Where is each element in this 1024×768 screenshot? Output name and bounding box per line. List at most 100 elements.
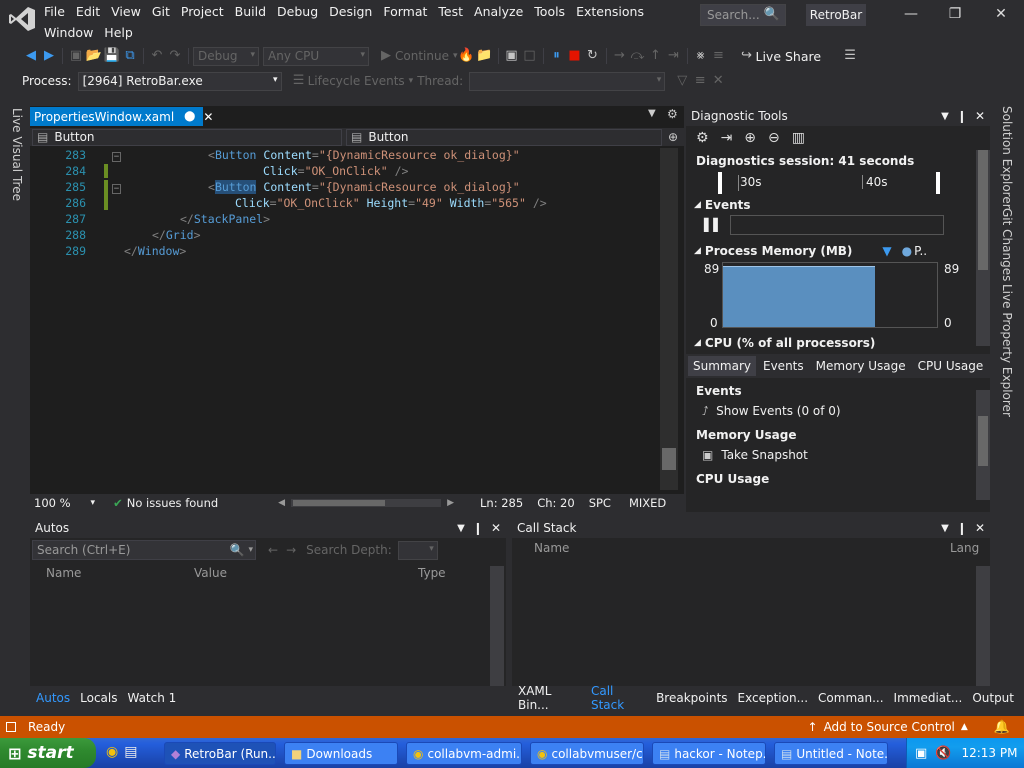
cpu-section-header[interactable]: ◢ CPU (% of all processors)	[686, 332, 990, 354]
notifications-icon[interactable]: 🔔	[994, 720, 1010, 735]
autos-scrollbar[interactable]	[490, 566, 504, 686]
tab-cpu-usage[interactable]: CPU Usage	[913, 356, 989, 376]
scrollbar-thumb[interactable]	[662, 448, 676, 470]
search-input[interactable]: Search... 🔍	[700, 4, 786, 26]
tab-call-stack[interactable]: Call Stack	[591, 684, 646, 712]
menu-format[interactable]: Format	[383, 2, 436, 23]
search-depth-select[interactable]: ▾	[397, 540, 438, 560]
menu-project[interactable]: Project	[181, 2, 233, 23]
collapse-icon[interactable]: −	[112, 152, 121, 162]
pin-icon[interactable]: ❙	[473, 521, 483, 535]
issues-status[interactable]: No issues found	[127, 496, 218, 510]
tab-immediate-window[interactable]: Immediat...	[894, 691, 963, 705]
nav-right-select[interactable]: ▤ Button	[346, 128, 662, 146]
menu-view[interactable]: View	[111, 2, 150, 23]
menu-help[interactable]: Help	[104, 23, 142, 44]
toolbar-more-icon[interactable]: ≡	[710, 47, 728, 65]
export-icon[interactable]: ⇥	[721, 130, 733, 146]
close-icon[interactable]: ✕	[975, 109, 985, 123]
call-stack-scrollbar[interactable]	[976, 566, 990, 686]
taskbar-item-untitled-notepad[interactable]: ▤ Untitled - Note...	[774, 742, 888, 765]
zoom-out-icon[interactable]: ⊖	[768, 130, 780, 146]
memory-chart[interactable]: 89 0 89 0	[686, 260, 990, 332]
solution-explorer-tab[interactable]: Solution Explorer	[1000, 106, 1014, 209]
taskbar-item-collabvmuser[interactable]: ◉ collabvmuser/c...	[530, 742, 644, 765]
gear-icon[interactable]: ⚙	[667, 107, 678, 121]
tab-overflow-icon[interactable]: ▼	[648, 108, 656, 119]
scroll-right-icon[interactable]: ▶	[447, 498, 454, 508]
events-timeline[interactable]	[730, 215, 945, 235]
save-icon[interactable]: 💾	[103, 47, 121, 65]
tab-summary[interactable]: Summary	[688, 356, 756, 376]
menu-tools[interactable]: Tools	[534, 2, 574, 23]
tab-watch-1[interactable]: Watch 1	[127, 691, 176, 705]
continue-button[interactable]: Continue	[395, 49, 453, 63]
menu-window[interactable]: Window	[44, 23, 102, 44]
chrome-icon[interactable]: ◉	[106, 744, 118, 760]
close-icon[interactable]: ✕	[491, 521, 501, 535]
diag-top-scrollbar[interactable]	[976, 150, 990, 346]
close-icon[interactable]: ✕	[975, 521, 985, 535]
menu-analyze[interactable]: Analyze	[474, 2, 532, 23]
chevron-down-icon[interactable]: ▼	[457, 523, 465, 534]
horizontal-scrollbar[interactable]	[291, 499, 442, 507]
reset-view-icon[interactable]: ▥	[792, 130, 805, 146]
menu-file[interactable]: File	[44, 2, 74, 23]
split-icon[interactable]: ⊕	[668, 130, 678, 144]
tab-autos[interactable]: Autos	[36, 691, 70, 705]
column-name[interactable]: Name	[534, 541, 569, 555]
filter-icon[interactable]: ▽	[673, 72, 691, 90]
volume-muted-icon[interactable]: 🔇	[935, 746, 951, 761]
menu-build[interactable]: Build	[235, 2, 275, 23]
code-area[interactable]: − − 283 284 285 286 287 288 289 <Button …	[30, 148, 658, 490]
step-over-icon[interactable]: ⤼	[629, 47, 647, 65]
back-icon[interactable]: ←	[268, 543, 278, 557]
pause-icon[interactable]: ▌▌	[704, 218, 722, 232]
tab-command-window[interactable]: Comman...	[818, 691, 884, 705]
menu-edit[interactable]: Edit	[76, 2, 109, 23]
hot-reload-icon[interactable]: 🔥	[458, 47, 476, 65]
step-out-icon[interactable]: ↑	[647, 47, 665, 65]
folder-icon[interactable]: 📁	[476, 47, 494, 65]
undo-icon[interactable]: ↶	[148, 47, 166, 65]
start-button[interactable]: ⊞ start	[0, 738, 96, 768]
git-changes-tab[interactable]: Git Changes	[1000, 208, 1014, 281]
pin-icon[interactable]: ⬤	[184, 111, 195, 122]
filter-threads-icon[interactable]: ≡	[691, 72, 709, 90]
column-language[interactable]: Lang	[950, 541, 979, 555]
show-events-link[interactable]: ⭜ Show Events (0 of 0)	[686, 398, 990, 424]
scrollbar-thumb[interactable]	[978, 150, 988, 270]
clock[interactable]: 12:13 PM	[961, 746, 1017, 760]
menu-test[interactable]: Test	[438, 2, 472, 23]
timeline-ruler[interactable]: 30s 40s	[718, 172, 940, 194]
collapse-icon[interactable]: −	[112, 184, 121, 194]
menu-design[interactable]: Design	[329, 2, 381, 23]
back-icon[interactable]: ◀	[22, 47, 40, 65]
screenshot-icon[interactable]: ▣	[503, 47, 521, 65]
taskbar-item-downloads[interactable]: ■ Downloads	[284, 742, 398, 765]
scrollbar-thumb[interactable]	[978, 416, 988, 466]
editor-vertical-scrollbar[interactable]	[660, 148, 678, 490]
settings-icon[interactable]: ⚙	[696, 130, 709, 146]
network-icon[interactable]: ▣	[915, 746, 927, 761]
stop-icon[interactable]: ■	[566, 47, 584, 65]
column-value[interactable]: Value	[194, 566, 227, 580]
nav-left-select[interactable]: ▤ Button	[32, 128, 342, 146]
pin-icon[interactable]: ❙	[957, 109, 967, 123]
column-type[interactable]: Type	[418, 566, 446, 580]
tab-memory-usage[interactable]: Memory Usage	[811, 356, 911, 376]
pause-icon[interactable]: ⏸	[548, 47, 566, 65]
tab-events[interactable]: Events	[758, 356, 809, 376]
tab-output[interactable]: Output	[972, 691, 1014, 705]
chevron-down-icon[interactable]: ▼	[941, 111, 949, 122]
add-to-source-control-button[interactable]: Add to Source Control	[824, 720, 955, 734]
live-visual-tree-tab[interactable]: Live Visual Tree	[10, 108, 24, 201]
minimize-icon[interactable]: —	[896, 6, 926, 26]
close-tab-icon[interactable]: ✕	[203, 110, 213, 124]
menu-debug[interactable]: Debug	[277, 2, 327, 23]
taskbar-item-hackor-notepad[interactable]: ▤ hackor - Notep...	[652, 742, 766, 765]
take-snapshot-button[interactable]: ▣ Take Snapshot	[686, 442, 990, 468]
tab-exception-settings[interactable]: Exception...	[738, 691, 809, 705]
forward-icon[interactable]: ▶	[40, 47, 58, 65]
scroll-left-icon[interactable]: ◀	[278, 498, 285, 508]
